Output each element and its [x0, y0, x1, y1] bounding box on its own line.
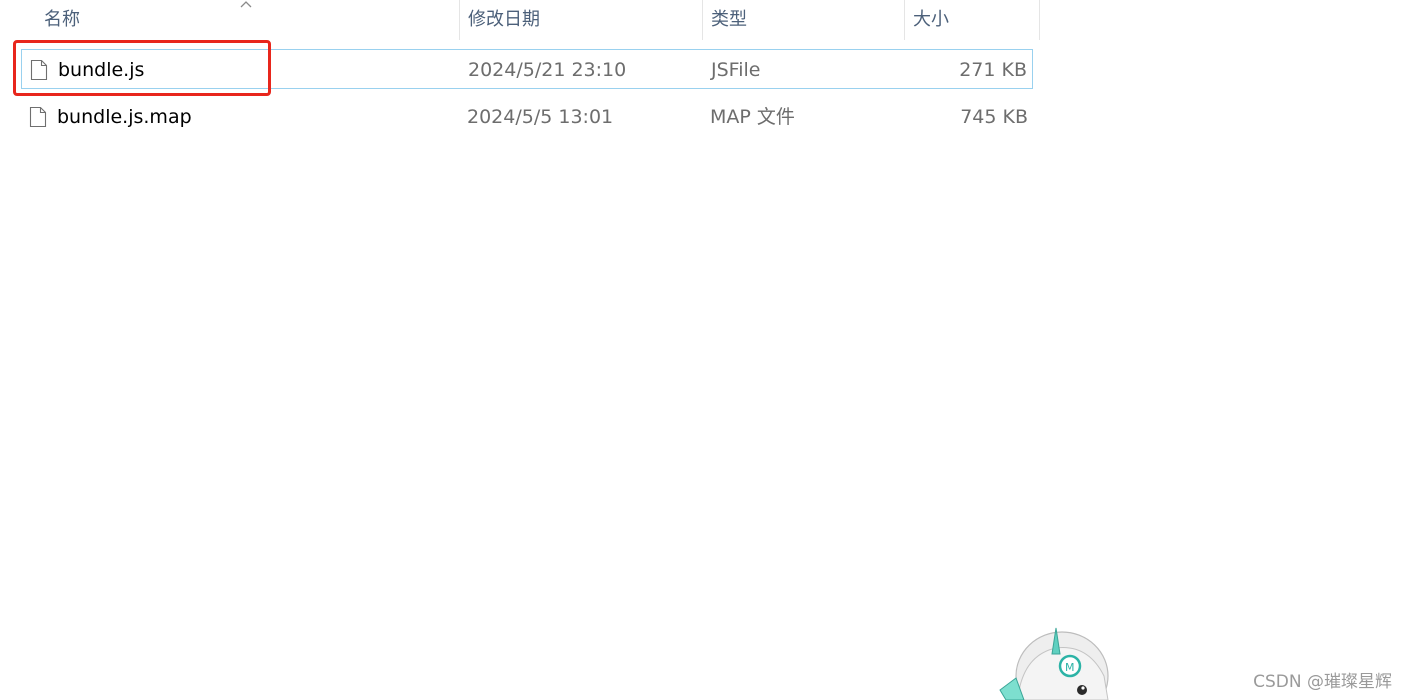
column-divider[interactable]: [1039, 0, 1040, 40]
column-header-size-label: 大小: [913, 9, 949, 30]
column-header-name-label: 名称: [44, 9, 80, 30]
file-modified: 2024/5/21 23:10: [468, 59, 627, 81]
sort-ascending-icon[interactable]: [240, 0, 252, 10]
column-header-type-label: 类型: [711, 9, 747, 30]
column-header-size[interactable]: 大小: [904, 0, 1040, 40]
file-size: 745 KB: [960, 106, 1028, 128]
column-header-modified-label: 修改日期: [468, 9, 540, 30]
column-header-type[interactable]: 类型: [702, 0, 904, 40]
file-modified: 2024/5/5 13:01: [467, 106, 614, 128]
file-name: bundle.js.map: [57, 106, 192, 128]
watermark-text: CSDN @璀璨星辉: [1253, 672, 1392, 692]
svg-text:M: M: [1065, 661, 1075, 674]
file-row[interactable]: bundle.js.map 2024/5/5 13:01 MAP 文件 745 …: [21, 97, 1033, 137]
column-header-bar: 名称 修改日期 类型 大小: [0, 0, 1040, 40]
red-highlight-box: [13, 40, 271, 96]
document-icon: [29, 106, 47, 128]
column-header-modified[interactable]: 修改日期: [459, 0, 702, 40]
file-type: JSFile: [711, 59, 761, 81]
mascot-image: M: [999, 627, 1109, 700]
file-explorer: 名称 修改日期 类型 大小 bundle.js 2024/5/21 23:10 …: [0, 0, 1408, 700]
file-type: MAP 文件: [710, 106, 795, 128]
file-size: 271 KB: [959, 59, 1027, 81]
